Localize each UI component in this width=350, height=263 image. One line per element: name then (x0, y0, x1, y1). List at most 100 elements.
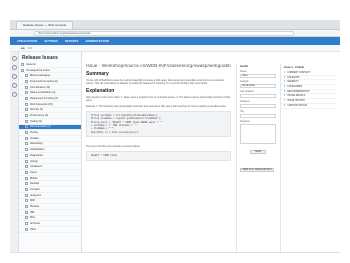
browser-tab[interactable]: Release Issues — Web Console (16, 20, 74, 29)
sidebar-item-label: Testing (30, 131, 38, 135)
section-number: 4 (284, 85, 286, 88)
issue-sections-list: 1 CURRENT CONTEXT 2 CATEGORY 3 SEVERITY 4 CATEG… (281, 71, 336, 109)
sidebar-item-label: Interop (30, 159, 38, 163)
suppress-label: Suppress (240, 121, 250, 123)
checkbox-icon[interactable] (25, 187, 28, 191)
checkbox-icon[interactable] (25, 74, 28, 78)
explanation-text: SQL injection errors occur when: 1. Data… (86, 95, 231, 103)
checkbox-icon[interactable] (25, 205, 28, 209)
summary-text: On line 100 of BackDoors.java, the metho… (86, 79, 224, 86)
section-label: CATEGORIES (287, 85, 303, 88)
sidebar-item-label: Deployment & hosting (7) (30, 96, 59, 100)
issue-section-item[interactable]: 8 AUDITOR STATUS (281, 104, 336, 109)
audit-heading: Audit (240, 64, 248, 68)
example-text: Example 1: The following code dynamicall… (86, 104, 227, 108)
section-label: CATEGORY (287, 76, 300, 79)
sidebar-item-label: SDK (30, 199, 36, 203)
list-icon[interactable] (11, 65, 17, 70)
sidebar-item-label: Archived (30, 222, 40, 226)
updated-field[interactable] (240, 94, 276, 98)
checkbox-icon[interactable] (25, 193, 28, 197)
tab-title: Release Issues — Web Console (23, 23, 67, 27)
section-label: CURRENT CONTEXT (287, 71, 311, 74)
checkbox-icon[interactable] (25, 131, 28, 135)
checkbox-icon[interactable] (25, 114, 28, 118)
summary-heading: Summary (86, 71, 109, 77)
checkbox-icon[interactable] (21, 68, 24, 72)
checkbox-icon[interactable] (25, 142, 28, 146)
checkbox-icon[interactable] (25, 170, 28, 174)
assigned-select[interactable] (240, 104, 276, 108)
gear-icon[interactable] (11, 83, 17, 88)
section-number: 8 (284, 104, 286, 107)
sidebar-item-label: Security (3) (30, 108, 43, 112)
checkbox-icon[interactable] (25, 119, 28, 123)
checkbox-icon[interactable] (25, 199, 28, 203)
checkbox-icon[interactable] (25, 85, 28, 89)
checkbox-icon[interactable] (25, 182, 28, 186)
tag-select[interactable] (240, 114, 276, 118)
browser-tab-bar: Release Issues — Web Console (10, 20, 340, 30)
issues-sidebar: Release Issues Issue list Uncategorized i… (19, 52, 82, 252)
checkbox-icon[interactable] (25, 102, 28, 106)
sidebar-item-label: Uncategorized issues (26, 68, 50, 72)
sidebar-item-label: Diagnostics (30, 153, 43, 157)
user-icon[interactable] (11, 92, 17, 97)
home-icon[interactable] (11, 56, 17, 61)
status-select[interactable]: Open (240, 74, 276, 78)
project-name[interactable]: eq (21, 46, 25, 50)
section-number: 5 (284, 90, 286, 93)
sidebar-item-label: Containers (30, 165, 43, 169)
checkbox-icon[interactable] (25, 165, 28, 169)
chart-icon[interactable] (11, 74, 17, 79)
sidebar-title: Release Issues (22, 55, 58, 61)
sidebar-item-label: Installer (30, 136, 39, 140)
save-button[interactable]: SAVE (250, 150, 266, 154)
section-label: AUDITOR STATUS (287, 104, 307, 107)
project-version[interactable]: 3.8 (28, 46, 32, 50)
checkbox-icon[interactable] (25, 227, 28, 231)
sidebar-item-label: Web framework (15) (30, 102, 53, 106)
address-bar: https://www.dotnet.org/release/issues/co… (10, 30, 340, 37)
checkbox-icon[interactable] (25, 125, 28, 129)
code-line: SELECT * FROM items (91, 154, 118, 158)
sidebar-item-label: Performance (6) (30, 114, 49, 118)
checkbox-icon[interactable] (25, 91, 28, 95)
section-number: 3 (284, 81, 286, 84)
checkbox-icon[interactable] (25, 222, 28, 226)
checkbox-icon[interactable] (25, 159, 28, 163)
checkbox-icon[interactable] (25, 79, 28, 83)
nav-administration[interactable]: ADMINISTRATION (85, 40, 109, 43)
nav-reports[interactable]: REPORTS (65, 40, 78, 43)
checkbox-icon[interactable] (25, 148, 28, 152)
checkbox-icon[interactable] (25, 96, 28, 100)
issue-tree: Issue list Uncategorized issues Build & pa… (19, 62, 81, 233)
checkbox-icon[interactable] (25, 176, 28, 180)
analysis-select[interactable]: Not an Issue (240, 84, 276, 88)
sidebar-item-label: Core libraries (12) (30, 85, 51, 89)
top-navbar: APPLICATIONS SETTINGS REPORTS ADMINISTRA… (10, 37, 340, 45)
url-input[interactable]: https://www.dotnet.org/release/issues/co… (34, 30, 294, 36)
sidebar-item-label: Networking (30, 142, 43, 146)
nav-settings[interactable]: SETTINGS (44, 40, 58, 43)
checkbox-icon[interactable] (25, 153, 28, 157)
project-bar: eq 3.8 (10, 45, 340, 52)
checkbox-icon[interactable] (25, 216, 28, 220)
analysis-label: Analysis (240, 81, 249, 83)
code-line: ResultSet rs = stmt.execute(query); (91, 130, 140, 134)
checkbox-icon[interactable] (25, 108, 28, 112)
section-number: 1 (284, 71, 286, 74)
sidebar-item[interactable]: Other (19, 227, 81, 233)
view-details-link[interactable]: VIEW FULL ISSUE DETAILS (240, 168, 274, 172)
checkbox-icon[interactable] (25, 136, 28, 140)
comment-textarea[interactable] (240, 124, 276, 144)
nav-applications[interactable]: APPLICATIONS (17, 40, 37, 43)
checkbox-icon[interactable] (25, 210, 28, 214)
sidebar-item-label: Globalization (30, 148, 45, 152)
left-rail (10, 52, 19, 252)
assigned-label: Assigned (240, 101, 250, 103)
section-label: TRACE DETAILS (287, 95, 306, 98)
sidebar-item-label: Other (30, 227, 37, 231)
checkbox-icon[interactable] (21, 62, 24, 66)
section-number: 7 (284, 99, 286, 102)
